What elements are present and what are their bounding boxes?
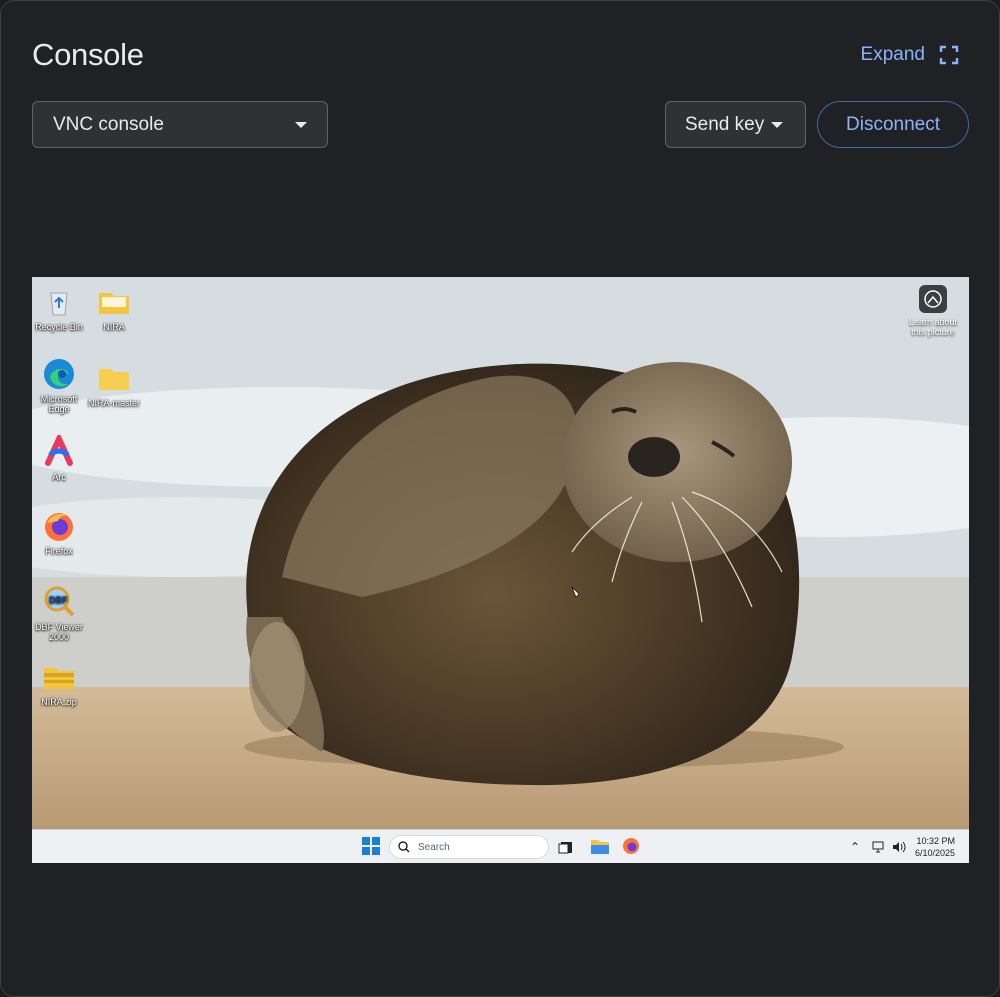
clock-time: 10:32 PM (916, 836, 955, 846)
system-tray: ⌃ (850, 830, 906, 863)
seal-wallpaper (32, 277, 969, 829)
vnc-screen[interactable]: Recycle Bin Microsoft Edge Arc Firefox D… (32, 277, 969, 863)
svg-text:DBF: DBF (49, 595, 68, 605)
firefox-taskbar-button[interactable] (622, 837, 640, 860)
windows-logo-icon (362, 837, 380, 855)
desktop-icon-dbf-viewer[interactable]: DBF DBF Viewer 2000 (32, 585, 87, 643)
volume-icon[interactable] (892, 841, 906, 853)
desktop-icon-nira-zip[interactable]: NIRA.zip (32, 660, 87, 707)
file-explorer-button[interactable] (590, 837, 610, 860)
desktop-icon-nira-master[interactable]: NIRA-master (86, 361, 142, 408)
learn-about-picture-button[interactable]: Learn about this picture (903, 285, 963, 338)
disconnect-button[interactable]: Disconnect (817, 101, 969, 148)
expand-button[interactable]: Expand (861, 44, 959, 66)
firefox-icon (42, 509, 76, 543)
console-panel: Console Expand VNC console Send key Disc… (0, 0, 1000, 997)
chevron-up-icon[interactable]: ⌃ (850, 840, 860, 854)
desktop-icon-label: DBF Viewer 2000 (35, 622, 83, 643)
dbf-viewer-icon: DBF (42, 585, 76, 619)
desktop-icon-label: Recycle Bin (35, 322, 83, 332)
firefox-icon (623, 838, 639, 854)
zip-folder-icon (42, 660, 76, 694)
camera-lens-icon (919, 285, 947, 313)
send-key-button[interactable]: Send key (665, 101, 806, 148)
file-explorer-icon (591, 840, 609, 854)
folder-icon (97, 361, 131, 395)
learn-label: Learn about this picture (908, 317, 958, 338)
chevron-down-icon (771, 121, 783, 128)
chevron-down-icon (295, 121, 307, 128)
console-type-select[interactable]: VNC console (32, 101, 328, 148)
desktop-icon-label: NIRA-master (87, 398, 140, 408)
desktop-icon-firefox[interactable]: Firefox (32, 509, 87, 556)
search-icon (398, 841, 410, 853)
taskbar-clock[interactable]: 10:32 PM 6/10/2025 (915, 836, 955, 859)
clock-date: 6/10/2025 (914, 847, 955, 858)
desktop-icon-nira-folder[interactable]: NIRA (86, 285, 142, 332)
edge-icon (42, 357, 76, 391)
desktop-icon-edge[interactable]: Microsoft Edge (32, 357, 87, 415)
fullscreen-icon (939, 45, 959, 65)
console-type-value: VNC console (53, 113, 164, 135)
desktop-icon-label: NIRA.zip (41, 697, 77, 707)
page-title: Console (32, 37, 144, 72)
desktop-icon-recycle-bin[interactable]: Recycle Bin (32, 285, 87, 332)
taskbar-search-input[interactable]: Search (389, 835, 549, 859)
search-placeholder: Search (418, 841, 450, 853)
desktop-icon-label: Microsoft Edge (40, 394, 78, 415)
start-button[interactable] (362, 837, 380, 860)
expand-label: Expand (860, 44, 925, 65)
recycle-bin-icon (42, 285, 76, 319)
desktop-icon-label: Arc (52, 472, 66, 482)
task-view-icon (558, 842, 572, 854)
windows-taskbar: Search ⌃ 10:32 PM 6/10/2025 (32, 829, 969, 863)
desktop-icon-label: Firefox (45, 546, 73, 556)
send-key-label: Send key (685, 113, 765, 135)
network-icon[interactable] (872, 841, 886, 853)
desktop-icon-label: NIRA (103, 322, 125, 332)
task-view-button[interactable] (558, 839, 574, 860)
folder-icon (97, 285, 131, 319)
desktop-icon-arc[interactable]: Arc (32, 431, 87, 482)
arc-icon (42, 431, 76, 469)
